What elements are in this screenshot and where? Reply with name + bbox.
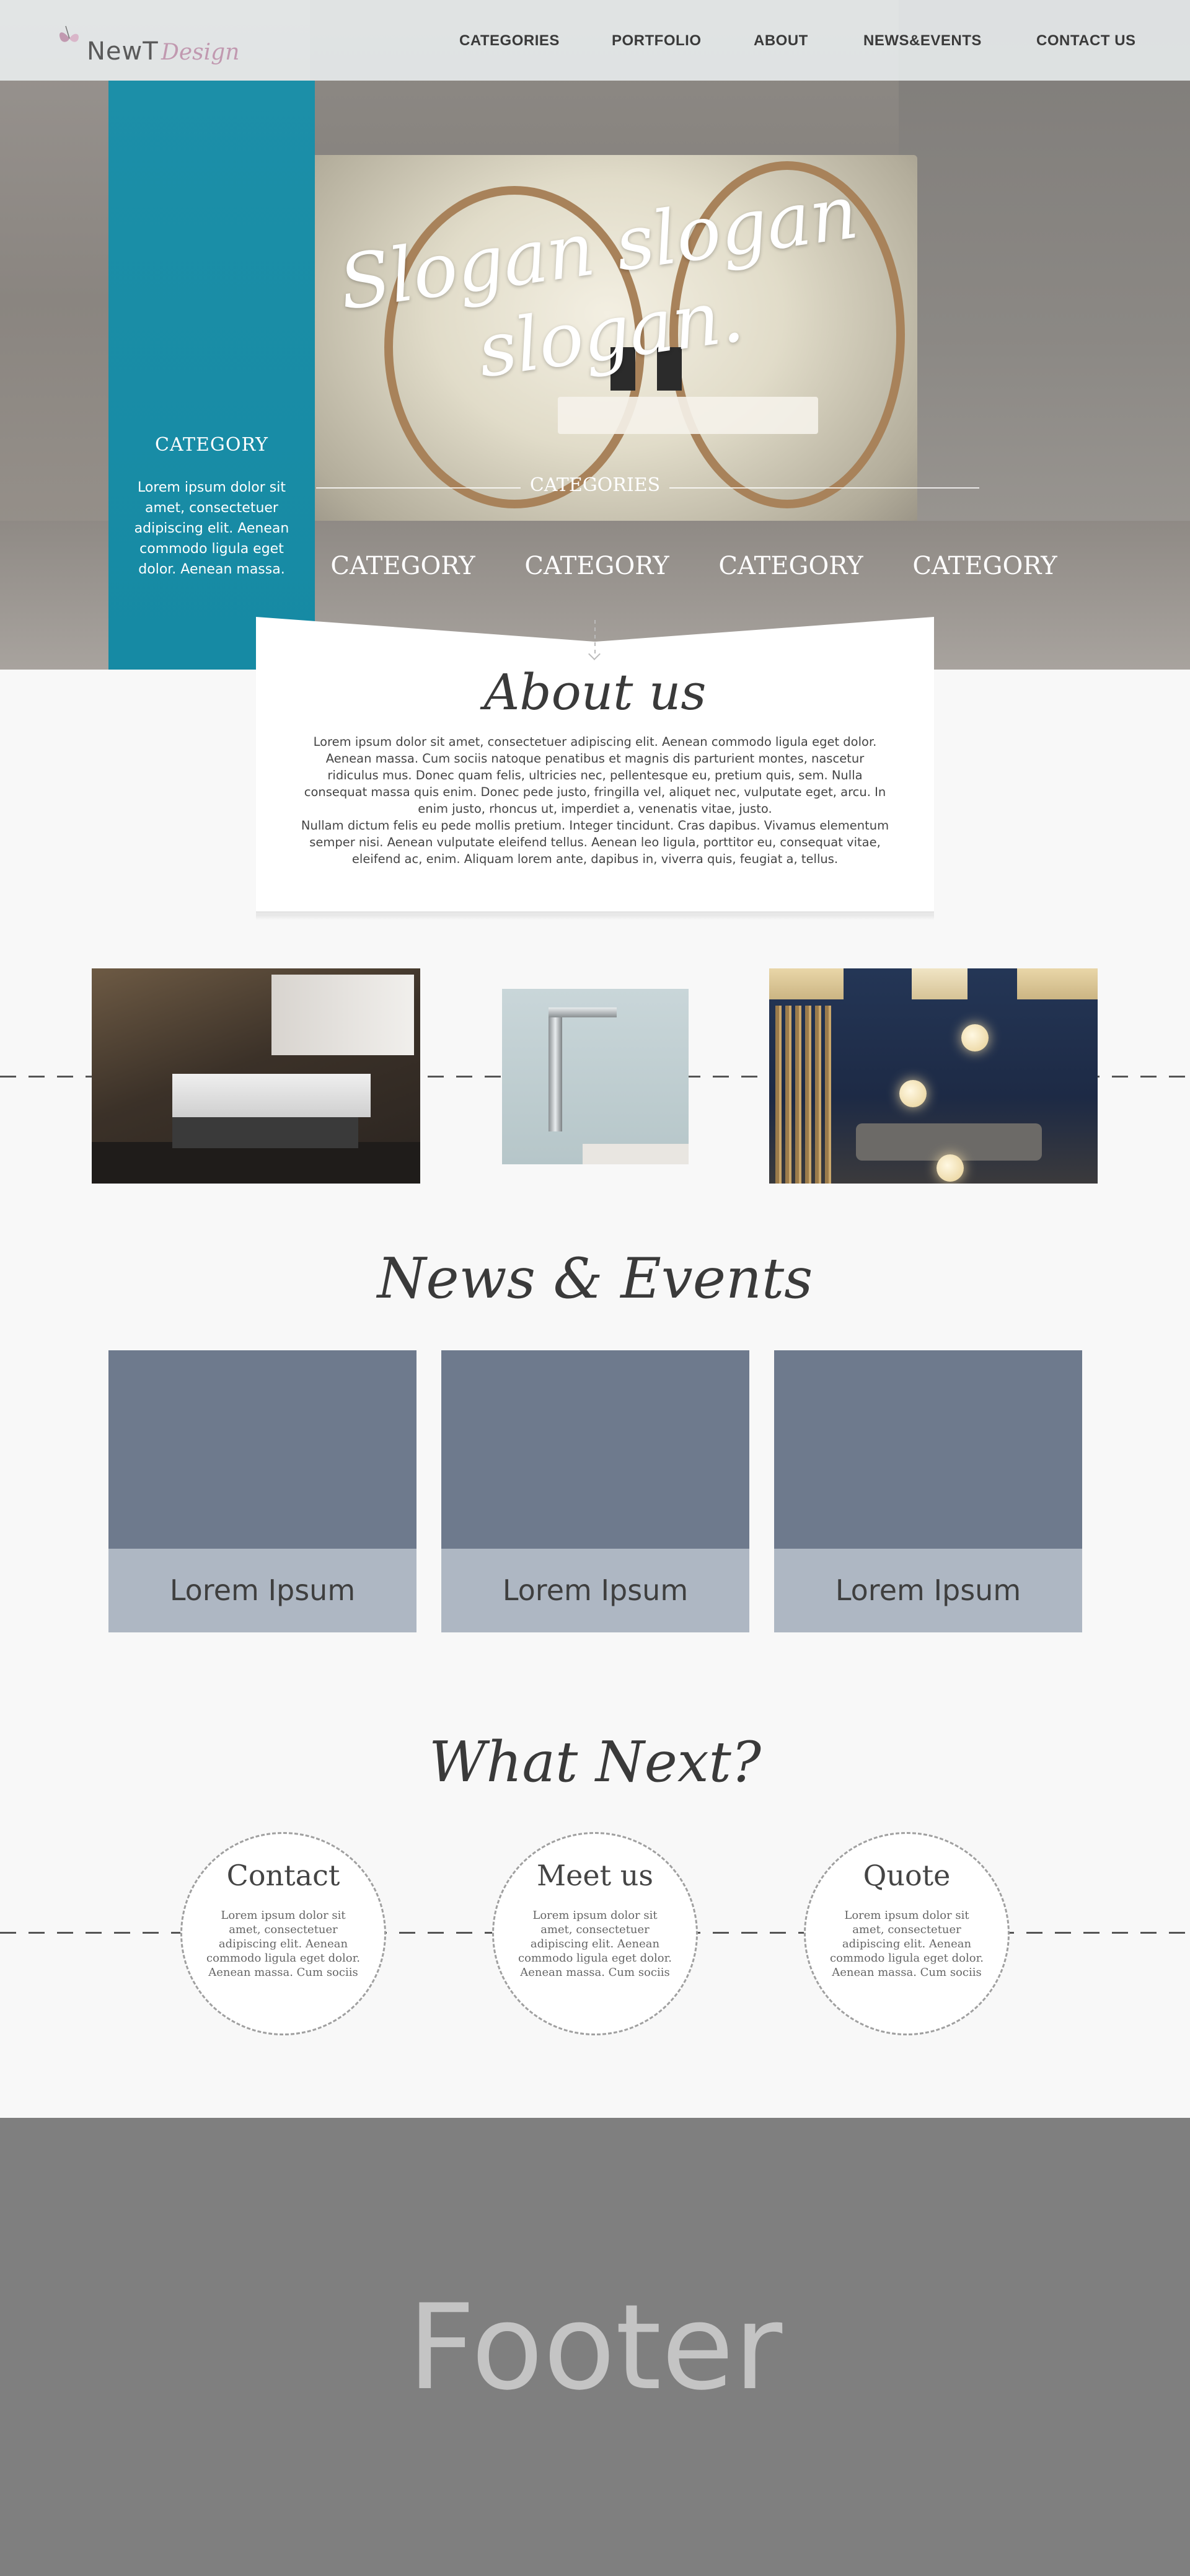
news-card-caption: Lorem Ipsum	[774, 1549, 1082, 1632]
kitchen-cabinets	[271, 975, 414, 1055]
lamp-bulb	[899, 1080, 927, 1107]
news-card-caption: Lorem Ipsum	[108, 1549, 416, 1632]
gallery-image-kitchen[interactable]	[92, 968, 420, 1184]
butterfly-icon	[59, 25, 79, 42]
news-card-image	[441, 1350, 749, 1549]
about-paragraph-2: Nullam dictum felis eu pede mollis preti…	[301, 818, 889, 866]
divider	[316, 487, 521, 489]
category-link-1[interactable]: CATEGORY	[322, 552, 483, 580]
category-panel-text: Lorem ipsum dolor sit amet, consectetuer…	[134, 480, 289, 577]
lamp-shade	[912, 968, 967, 999]
nav-news-events[interactable]: NEWS&EVENTS	[863, 32, 982, 50]
what-next-title: What Next?	[428, 1730, 762, 1795]
news-card-image	[774, 1350, 1082, 1549]
about-card-shadow	[256, 911, 934, 920]
about-title: About us	[483, 663, 707, 721]
lamp-bulb	[937, 1154, 964, 1182]
nav-about[interactable]: ABOUT	[754, 32, 808, 50]
quote-title: Quote	[863, 1859, 951, 1892]
nav-categories[interactable]: CATEGORIES	[459, 32, 560, 50]
brand-logo[interactable]: NewT Design	[43, 14, 242, 69]
nav-portfolio[interactable]: PORTFOLIO	[612, 32, 702, 50]
news-card[interactable]: Lorem Ipsum	[441, 1350, 749, 1632]
news-card[interactable]: Lorem Ipsum	[108, 1350, 416, 1632]
tap-basin	[583, 1144, 689, 1164]
gallery-image-lamps[interactable]	[769, 968, 1098, 1184]
contact-circle[interactable]: Contact Lorem ipsum dolor sit amet, cons…	[180, 1832, 386, 2035]
divider	[669, 487, 979, 489]
news-card-caption: Lorem Ipsum	[441, 1549, 749, 1632]
about-text: Lorem ipsum dolor sit amet, consectetuer…	[301, 733, 889, 867]
news-title: News & Events	[377, 1246, 813, 1311]
category-link-4[interactable]: CATEGORY	[904, 552, 1065, 580]
meet-us-text: Lorem ipsum dolor sit amet, consectetuer…	[518, 1909, 672, 1976]
category-panel-title: CATEGORY	[155, 434, 268, 456]
meet-us-title: Meet us	[537, 1859, 653, 1892]
news-card[interactable]: Lorem Ipsum	[774, 1350, 1082, 1632]
lamp-shade	[1017, 968, 1098, 999]
nav-contact-us[interactable]: CONTACT US	[1036, 32, 1136, 50]
contact-title: Contact	[226, 1859, 340, 1892]
quote-circle[interactable]: Quote Lorem ipsum dolor sit amet, consec…	[804, 1832, 1010, 2035]
top-navigation-bar: NewT Design CATEGORIES PORTFOLIO ABOUT N…	[0, 0, 1190, 81]
tap-arm	[549, 1007, 617, 1017]
footer-text: Footer	[407, 2279, 783, 2416]
category-link-3[interactable]: CATEGORY	[710, 552, 871, 580]
quote-text: Lorem ipsum dolor sit amet, consectetuer…	[830, 1909, 984, 1976]
meet-us-circle[interactable]: Meet us Lorem ipsum dolor sit amet, cons…	[492, 1832, 698, 2035]
kitchen-floor	[92, 1142, 420, 1184]
lamp-shade	[769, 968, 844, 999]
gallery-image-tap[interactable]	[502, 989, 689, 1164]
category-link-2[interactable]: CATEGORY	[516, 552, 677, 580]
tap-spout	[549, 1007, 562, 1131]
about-paragraph-1: Lorem ipsum dolor sit amet, consectetuer…	[304, 735, 886, 816]
contact-text: Lorem ipsum dolor sit amet, consectetuer…	[206, 1909, 360, 1976]
kitchen-island-base	[172, 1117, 358, 1148]
lamp-bulb	[961, 1024, 989, 1051]
categories-heading: CATEGORIES	[529, 474, 661, 496]
hero-desk	[558, 397, 818, 434]
news-card-image	[108, 1350, 416, 1549]
footer: Footer	[0, 2118, 1190, 2576]
kitchen-island	[172, 1074, 371, 1117]
brand-name: NewT	[87, 37, 159, 66]
brand-name-script: Design	[161, 40, 240, 65]
lamp-rods	[775, 1006, 831, 1184]
